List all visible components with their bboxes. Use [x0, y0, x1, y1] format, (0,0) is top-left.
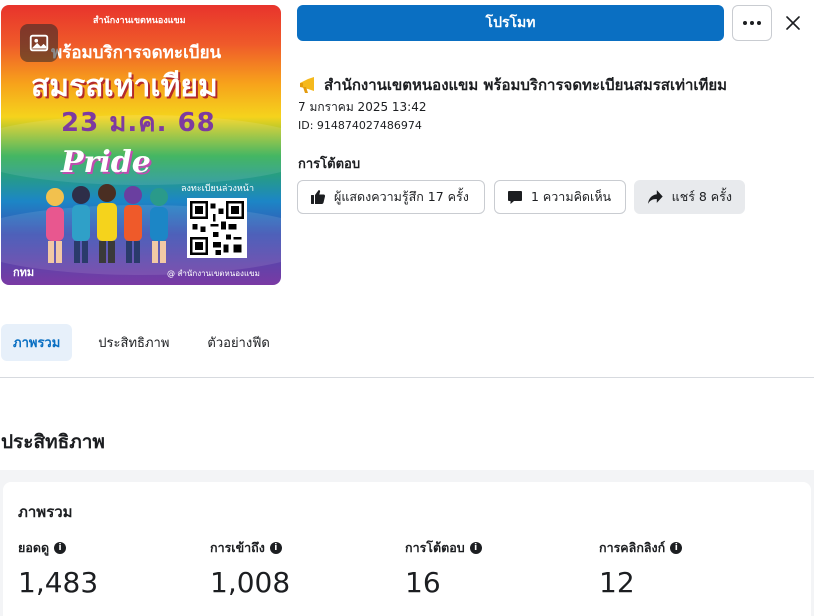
- tab-feed-preview[interactable]: ตัวอย่างฟีด: [195, 324, 281, 361]
- info-icon[interactable]: i: [54, 542, 67, 554]
- tab-performance[interactable]: ประสิทธิภาพ: [86, 324, 181, 361]
- metric-link-clicks: การคลิกลิงก์ i 12: [599, 538, 683, 599]
- megaphone-icon: [300, 77, 314, 93]
- thumbnail-date: 23 ม.ค. 68: [61, 108, 216, 138]
- performance-heading: ประสิทธิภาพ: [1, 431, 105, 453]
- post-title-text: สำนักงานเขตหนองแขม พร้อมบริการจดทะเบียนส…: [324, 76, 728, 94]
- tab-overview[interactable]: ภาพรวม: [1, 324, 73, 361]
- post-id: ID: 914874027486974: [298, 119, 422, 132]
- thumbnail-page-handle: @ สำนักงานเขตหนองแขม: [167, 269, 260, 278]
- metric-views: ยอดดู i 1,483: [18, 538, 98, 599]
- close-icon[interactable]: [780, 8, 806, 38]
- reactions-label: ผู้แสดงความรู้สึก 17 ครั้ง: [334, 189, 469, 204]
- post-title[interactable]: สำนักงานเขตหนองแขม พร้อมบริการจดทะเบียนส…: [298, 73, 810, 97]
- metric-reach: การเข้าถึง i 1,008: [210, 538, 290, 599]
- shares-label: แชร์ 8 ครั้ง: [671, 189, 732, 204]
- info-icon[interactable]: i: [469, 542, 482, 554]
- info-icon[interactable]: i: [670, 542, 683, 554]
- thumbnail-pride-text: Pride: [61, 145, 151, 180]
- qr-code: [187, 198, 247, 258]
- metric-value: 1,008: [210, 566, 291, 599]
- metric-label: การโต้ตอบ: [405, 540, 465, 555]
- metric-label: การคลิกลิงก์: [599, 540, 666, 555]
- promote-button[interactable]: โปรโมท: [297, 5, 724, 41]
- post-date: 7 มกราคม 2025 13:42: [298, 100, 427, 114]
- metric-value: 16: [405, 566, 441, 599]
- bkk-logo: กทม: [13, 266, 35, 279]
- more-icon[interactable]: [732, 5, 772, 41]
- comments-button[interactable]: 1 ความคิดเห็น: [494, 180, 626, 214]
- metric-engagement: การโต้ตอบ i 16: [405, 538, 482, 599]
- info-icon[interactable]: i: [269, 542, 282, 554]
- metric-label: การเข้าถึง: [210, 540, 265, 555]
- qr-caption: ลงทะเบียนล่วงหน้า: [181, 184, 254, 194]
- comment-icon: [508, 191, 522, 204]
- like-icon: [311, 190, 326, 204]
- comments-label: 1 ความคิดเห็น: [531, 189, 612, 204]
- metric-value: 12: [599, 566, 635, 599]
- thumbnail-org-name: สำนักงานเขตหนองแขม: [93, 16, 186, 26]
- overview-title: ภาพรวม: [18, 503, 73, 521]
- share-icon: [647, 190, 663, 204]
- people-illustration: [46, 184, 168, 263]
- tab-bar: ภาพรวม ประสิทธิภาพ ตัวอย่างฟีด: [1, 324, 296, 361]
- metric-value: 1,483: [18, 566, 99, 599]
- post-thumbnail[interactable]: สำนักงานเขตหนองแขม พร้อมบริการจดทะเบียน …: [1, 5, 281, 285]
- divider: [0, 377, 814, 378]
- shares-button[interactable]: แชร์ 8 ครั้ง: [634, 180, 745, 214]
- interactions-heading: การโต้ตอบ: [298, 157, 361, 172]
- metric-label: ยอดดู: [18, 540, 50, 555]
- image-icon[interactable]: [20, 24, 58, 62]
- reactions-button[interactable]: ผู้แสดงความรู้สึก 17 ครั้ง: [297, 180, 485, 214]
- thumbnail-headline-1: พร้อมบริการจดทะเบียน: [51, 43, 222, 63]
